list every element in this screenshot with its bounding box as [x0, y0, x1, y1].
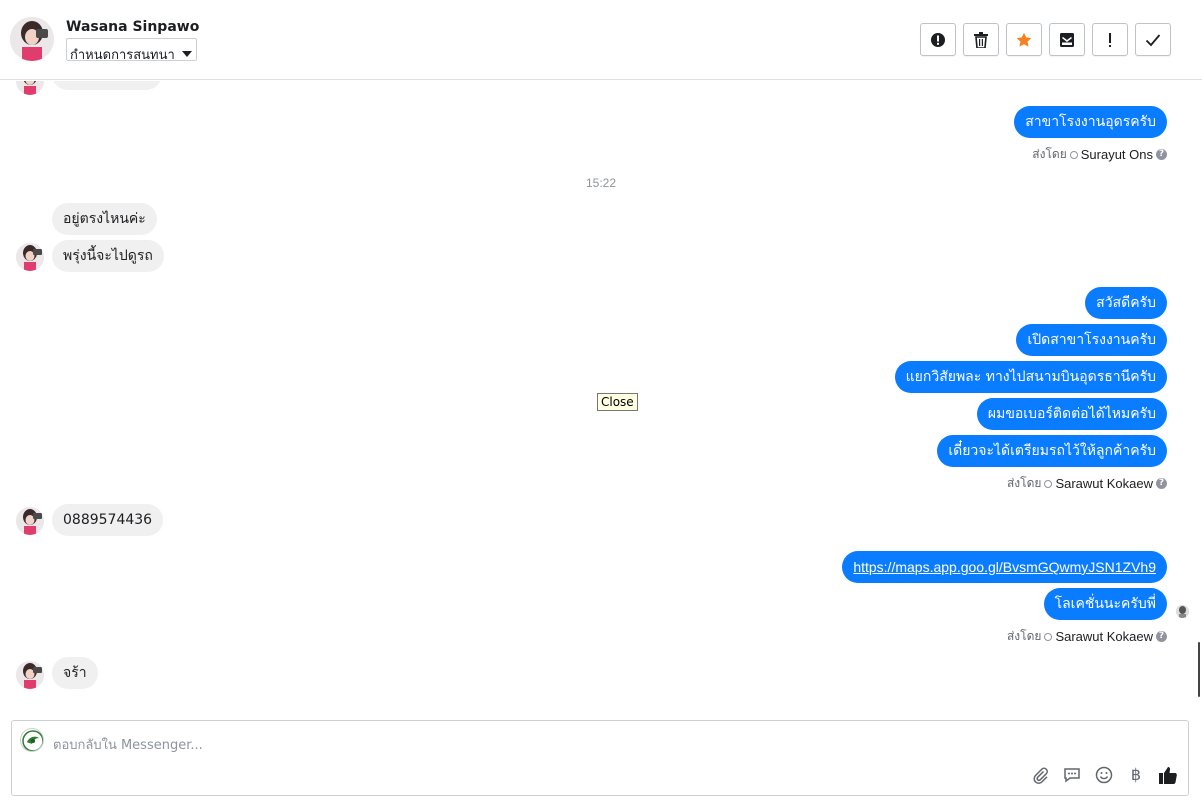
message-bubble-outgoing[interactable]: สวัสดีครับ [1085, 287, 1167, 319]
message-bubble-outgoing[interactable]: สาขาโรงงานอุดรครับ [1014, 106, 1167, 138]
exclamation-icon [1109, 32, 1111, 47]
message-bubble-incoming[interactable]: 0889574436 [52, 504, 164, 536]
message-bubble-incoming-partial[interactable] [52, 81, 162, 90]
mark-done-button[interactable] [1135, 23, 1171, 56]
composer-actions: ฿ [1030, 765, 1178, 785]
page-logo-icon [20, 728, 44, 752]
message-bubble-incoming[interactable]: จร้า [52, 657, 98, 689]
label-select-value: กำหนดการสนทนา [70, 48, 175, 61]
thumbs-up-icon[interactable] [1158, 765, 1178, 785]
map-link[interactable]: https://maps.app.goo.gl/BvsmGQwmyJSN1ZVh… [853, 559, 1156, 575]
saved-reply-icon[interactable] [1062, 765, 1082, 785]
messenger-inbox: Wasana Sinpawo กำหนดการสนทนา สาขาโรงงานอ… [0, 0, 1202, 801]
scrollbar-thumb[interactable] [1198, 642, 1200, 697]
baht-icon[interactable]: ฿ [1126, 765, 1146, 785]
paperclip-icon[interactable] [1030, 765, 1050, 785]
reply-input[interactable] [53, 733, 953, 757]
help-icon[interactable]: ? [1156, 149, 1167, 160]
contact-avatar-small [16, 243, 44, 271]
help-icon[interactable]: ? [1156, 478, 1167, 489]
message-bubble-outgoing[interactable]: เปิดสาขาโรงงานครับ [1016, 324, 1167, 356]
message-bubble-incoming[interactable]: พรุ่งนี้จะไปดูรถ [52, 240, 164, 272]
sender-name[interactable]: Surayut Ons [1081, 147, 1153, 162]
mark-unread-button[interactable] [1049, 23, 1085, 56]
trash-icon [974, 31, 988, 48]
message-bubble-outgoing-link[interactable]: https://maps.app.goo.gl/BvsmGQwmyJSN1ZVh… [842, 551, 1167, 583]
timestamp-separator: 15:22 [585, 176, 617, 190]
emoji-icon[interactable] [1094, 765, 1114, 785]
conversation-toolbar [920, 23, 1171, 56]
reply-composer: ฿ [11, 720, 1189, 796]
contact-avatar[interactable] [10, 17, 54, 61]
message-bubble-outgoing[interactable]: ผมขอเบอร์ติดต่อได้ไหมครับ [976, 398, 1167, 430]
close-tooltip: Close [597, 393, 638, 411]
sent-by-line: ส่งโดย Sarawut Kokaew ? [1007, 627, 1167, 646]
contact-avatar-small [16, 661, 44, 689]
star-button[interactable] [1006, 23, 1042, 56]
sent-check-icon [1069, 150, 1078, 159]
check-icon [1145, 33, 1161, 46]
sent-check-icon [1044, 632, 1053, 641]
envelope-icon [1060, 32, 1074, 47]
contact-name[interactable]: Wasana Sinpawo [66, 19, 199, 35]
conversation-label-select[interactable]: กำหนดการสนทนา [66, 38, 197, 61]
sent-by-label: ส่งโดย [1006, 476, 1042, 490]
sent-by-line: ส่งโดย Sarawut Kokaew ? [1007, 474, 1167, 493]
help-icon[interactable]: ? [1156, 631, 1167, 642]
message-bubble-outgoing[interactable]: โลเคชั่นนะครับพี่ [1043, 588, 1167, 620]
message-bubble-incoming[interactable]: อยู่ตรงไหนค่ะ [52, 203, 157, 235]
sender-name[interactable]: Sarawut Kokaew [1055, 476, 1153, 491]
star-icon [1016, 32, 1032, 47]
message-bubble-outgoing[interactable]: แยกวิสัยพละ ทางไปสนามบินอุดรธานีครับ [894, 361, 1167, 393]
sent-by-label: ส่งโดย [1006, 629, 1042, 643]
sent-check-icon [1044, 479, 1053, 488]
chevron-down-icon [182, 51, 192, 57]
seen-avatar [1176, 605, 1189, 618]
sent-by-line: ส่งโดย Surayut Ons ? [1032, 145, 1167, 164]
follow-up-button[interactable] [1092, 23, 1128, 56]
sent-by-label: ส่งโดย [1032, 147, 1067, 161]
mark-spam-button[interactable] [920, 23, 956, 56]
contact-avatar-small [16, 81, 44, 95]
delete-button[interactable] [963, 23, 999, 56]
contact-avatar-small [16, 507, 44, 535]
conversation-header: Wasana Sinpawo กำหนดการสนทนา [0, 0, 1202, 80]
sender-name[interactable]: Sarawut Kokaew [1055, 629, 1153, 644]
alert-circle-icon [931, 32, 945, 47]
message-bubble-outgoing[interactable]: เดี๋ยวจะได้เตรียมรถไว้ให้ลูกค้าครับ [937, 435, 1167, 467]
